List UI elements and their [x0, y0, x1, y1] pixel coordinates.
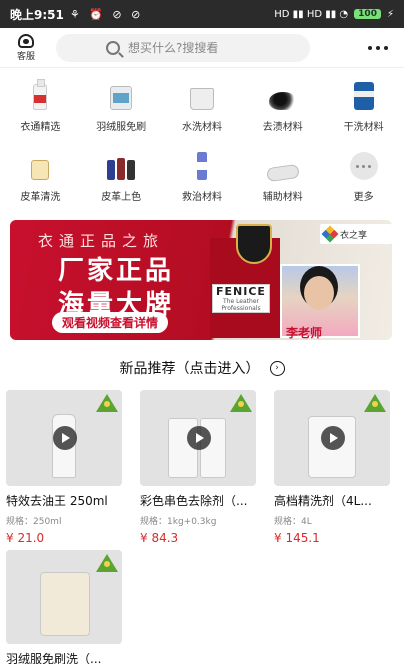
powder-icon	[265, 76, 301, 110]
section-title: 新品推荐（点击进入）	[119, 361, 260, 377]
category-item[interactable]: 羽绒服免刷	[81, 76, 162, 140]
more-options-button[interactable]	[368, 45, 388, 50]
category-label: 水洗材料	[181, 122, 222, 133]
eco-badge-icon	[230, 394, 252, 412]
jar-icon	[22, 146, 58, 180]
category-item[interactable]: 皮革清洗	[0, 146, 81, 210]
top-bar: 客服 想买什么?搜搜看	[0, 28, 404, 68]
presenter-signature: 李老师	[286, 326, 323, 340]
search-input[interactable]: 想买什么?搜搜看	[56, 33, 310, 62]
category-label: 皮革清洗	[20, 192, 61, 203]
product-price: ¥ 84.3	[140, 531, 179, 545]
category-item[interactable]: 干洗材料	[323, 76, 404, 140]
signal-icon: HD ▮▮ HD ▮▮ ◔	[274, 8, 349, 20]
category-item[interactable]: 皮革上色	[81, 146, 162, 210]
category-label: 羽绒服免刷	[96, 122, 147, 133]
category-item[interactable]: 水洗材料	[162, 76, 243, 140]
customer-service-button[interactable]: 客服	[0, 33, 52, 62]
banner-subtitle: 衣通正品之旅	[38, 232, 165, 250]
product-price: ¥ 21.0	[6, 531, 45, 545]
dot-icon	[384, 45, 388, 50]
product-image	[6, 390, 122, 486]
brand-tagline: The Leather Professionals	[221, 298, 261, 312]
status-right: HD ▮▮ HD ▮▮ ◔ 100 ⚡	[274, 9, 394, 20]
notification-icons: ⚘ ⏰ ⊘ ⊘	[69, 7, 144, 21]
product-image	[6, 550, 122, 644]
product-image	[140, 390, 256, 486]
category-label: 辅助材料	[262, 192, 303, 203]
roll-icon	[265, 146, 301, 183]
category-label: 救治材料	[181, 192, 222, 203]
product-name: 彩色串色去除剂（...	[140, 494, 248, 508]
bottle-icon	[22, 76, 58, 110]
product-name: 特效去油王 250ml	[6, 494, 108, 508]
product-spec: 规格：250ml	[6, 517, 62, 527]
product-card[interactable]: 高档精洗剂（4L... 规格：4L ¥ 145.1	[274, 390, 394, 545]
status-time: 晚上9:51	[10, 7, 64, 22]
eco-badge-icon	[364, 394, 386, 412]
product-image	[274, 390, 390, 486]
vial-icon	[184, 146, 220, 180]
category-item[interactable]: 救治材料	[162, 146, 243, 210]
more-icon	[346, 146, 382, 180]
category-label: 皮革上色	[101, 192, 142, 203]
banner-title-line1: 厂家正品	[58, 256, 175, 286]
product-card[interactable]: 羽绒服免刷洗（...	[6, 550, 126, 664]
bucket-icon	[184, 76, 220, 110]
category-label: 干洗材料	[343, 122, 384, 133]
category-item-more[interactable]: 更多	[323, 146, 404, 210]
product-name: 高档精洗剂（4L...	[274, 494, 372, 508]
dot-icon	[368, 45, 372, 50]
bottles-icon	[103, 146, 139, 180]
category-label: 去渍材料	[262, 122, 303, 133]
category-item[interactable]: 衣通精选	[0, 76, 81, 140]
product-name: 羽绒服免刷洗（...	[6, 652, 102, 664]
charging-icon: ⚡	[386, 8, 394, 20]
drum-icon	[346, 76, 382, 110]
product-card[interactable]: 特效去油王 250ml 规格：250ml ¥ 21.0	[6, 390, 126, 545]
eco-badge-icon	[96, 394, 118, 412]
partner-logo: 衣之享	[320, 224, 392, 244]
brand-logo: FENICE The Leather Professionals	[212, 284, 270, 313]
play-icon[interactable]	[53, 426, 77, 450]
shield-logo-icon	[236, 224, 272, 264]
category-label: 更多	[353, 192, 374, 203]
arrow-right-icon[interactable]: ›	[269, 360, 285, 376]
search-icon	[106, 40, 120, 55]
banner-cta[interactable]: 观看视频查看详情	[52, 312, 169, 333]
category-label: 衣通精选	[20, 122, 61, 133]
battery-icon: 100	[354, 9, 381, 19]
category-item[interactable]: 去渍材料	[242, 76, 323, 140]
customer-service-label: 客服	[16, 51, 35, 62]
category-grid: 衣通精选 羽绒服免刷 水洗材料 去渍材料 干洗材料 皮革清洗 皮革上色 救治材料	[0, 76, 404, 210]
play-icon[interactable]	[321, 426, 345, 450]
product-spec: 规格：1kg+0.3kg	[140, 517, 217, 527]
eco-badge-icon	[96, 554, 118, 572]
partner-logo-text: 衣之享	[340, 230, 368, 241]
product-price: ¥ 145.1	[274, 531, 320, 545]
category-item[interactable]: 辅助材料	[242, 146, 323, 210]
search-placeholder: 想买什么?搜搜看	[128, 41, 219, 55]
product-spec: 规格：4L	[274, 517, 312, 527]
headset-icon	[18, 33, 34, 48]
promo-banner[interactable]: 衣通正品之旅 厂家正品 海量大牌 观看视频查看详情 FENICE The Lea…	[10, 220, 392, 340]
diamond-logo-icon	[321, 225, 339, 243]
tub-icon	[103, 76, 139, 110]
status-bar: 晚上9:51 ⚘ ⏰ ⊘ ⊘ HD ▮▮ HD ▮▮ ◔ 100 ⚡	[0, 0, 404, 28]
play-icon[interactable]	[187, 426, 211, 450]
product-card[interactable]: 彩色串色去除剂（... 规格：1kg+0.3kg ¥ 84.3	[140, 390, 260, 545]
dot-icon	[376, 45, 380, 50]
brand-name: FENICE	[216, 285, 266, 298]
new-products-header[interactable]: 新品推荐（点击进入） ›	[0, 358, 404, 378]
